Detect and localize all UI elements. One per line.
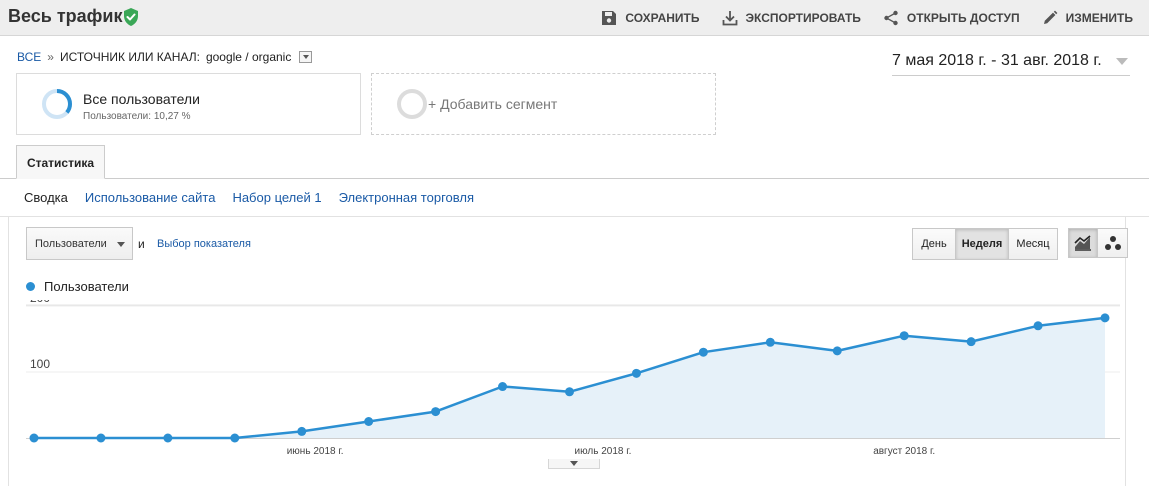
explorer-subtabs: Сводка Использование сайта Набор целей 1… (24, 190, 474, 205)
y-tick-label: 100 (30, 357, 50, 371)
subtab-summary[interactable]: Сводка (24, 190, 68, 205)
share-label: ОТКРЫТЬ ДОСТУП (906, 11, 1020, 25)
segment-all-users[interactable]: Все пользователи Пользователи: 10,27 % (16, 73, 361, 135)
data-point[interactable] (832, 346, 842, 356)
report-header: Весь трафик СОХРАНИТЬ ЭКСПОРТИРОВАТЬ ОТК… (0, 0, 1149, 36)
data-point[interactable] (498, 382, 508, 392)
period-day-button[interactable]: День (913, 229, 956, 259)
data-point[interactable] (565, 387, 574, 397)
date-range-text: 7 мая 2018 г. - 31 авг. 2018 г. (892, 52, 1102, 69)
data-point[interactable] (631, 368, 641, 378)
edit-button[interactable]: ИЗМЕНИТЬ (1042, 10, 1133, 26)
download-icon (722, 11, 737, 26)
data-point[interactable] (899, 331, 909, 341)
data-point[interactable] (96, 433, 106, 443)
segment-subtitle: Пользователи: 10,27 % (83, 111, 191, 122)
segment-title: Все пользователи (83, 91, 200, 107)
data-point[interactable] (29, 433, 39, 443)
line-chart-button[interactable] (1069, 229, 1098, 257)
breadcrumb: ВСЕ » ИСТОЧНИК ИЛИ КАНАЛ: google / organ… (17, 50, 313, 64)
segment-ring-icon (42, 89, 72, 119)
data-point[interactable] (765, 337, 775, 347)
x-tick-label: июнь 2018 г. (287, 446, 344, 457)
page-title: Весь трафик (8, 6, 123, 26)
collapse-chart-handle[interactable] (548, 459, 600, 469)
legend-label: Пользователи (44, 279, 129, 294)
data-point[interactable] (230, 433, 240, 443)
period-month-button[interactable]: Месяц (1009, 229, 1057, 259)
empty-ring-icon (397, 89, 427, 119)
period-toggle: День Неделя Месяц (912, 228, 1058, 260)
x-tick-label: июль 2018 г. (575, 446, 632, 457)
subtab-site-usage[interactable]: Использование сайта (85, 190, 216, 205)
pencil-icon (1043, 10, 1058, 24)
data-point[interactable] (364, 417, 374, 426)
date-range-picker[interactable]: 7 мая 2018 г. - 31 авг. 2018 г. (892, 51, 1130, 76)
data-point[interactable] (1033, 321, 1043, 331)
data-point[interactable] (431, 407, 441, 417)
y-tick-label: 200 (30, 300, 50, 305)
data-point[interactable] (163, 433, 173, 443)
tab-statistics[interactable]: Статистика (16, 145, 105, 179)
users-line-chart: 100 200 июнь 2018 г. июль 2018 г. август 20… (26, 300, 1120, 457)
select-metric-link[interactable]: Выбор показателя (157, 238, 251, 250)
chevron-down-icon (1116, 58, 1128, 65)
data-point[interactable] (297, 426, 307, 436)
data-point[interactable] (1100, 313, 1110, 323)
subtab-goal-set-1[interactable]: Набор целей 1 (232, 190, 321, 205)
data-point[interactable] (966, 337, 976, 347)
add-segment-button[interactable]: + Добавить сегмент (371, 73, 716, 135)
x-tick-label: август 2018 г. (873, 446, 935, 457)
export-label: ЭКСПОРТИРОВАТЬ (745, 11, 861, 25)
period-week-button[interactable]: Неделя (956, 229, 1009, 259)
tab-divider (0, 178, 1149, 179)
export-button[interactable]: ЭКСПОРТИРОВАТЬ (722, 10, 861, 26)
breadcrumb-root-link[interactable]: ВСЕ (17, 50, 41, 64)
breadcrumb-filter-value: google / organic (205, 50, 292, 64)
chart-area-fill (34, 317, 1105, 438)
legend-marker (26, 282, 35, 291)
chart-type-toggle (1068, 228, 1128, 258)
header-actions: СОХРАНИТЬ ЭКСПОРТИРОВАТЬ ОТКРЫТЬ ДОСТУП (601, 0, 1133, 36)
share-button[interactable]: ОТКРЫТЬ ДОСТУП (883, 10, 1020, 26)
subtab-ecommerce[interactable]: Электронная торговля (339, 190, 474, 205)
motion-chart-icon (1104, 236, 1121, 250)
breadcrumb-filter-label: ИСТОЧНИК ИЛИ КАНАЛ: (59, 50, 200, 64)
breadcrumb-separator: » (47, 50, 54, 64)
line-chart-icon (1074, 235, 1091, 251)
chart-legend: Пользователи (26, 279, 129, 294)
metric-and-label: и (138, 237, 145, 251)
save-icon (602, 11, 617, 25)
breadcrumb-dropdown-icon[interactable] (299, 51, 313, 63)
data-point[interactable] (698, 347, 708, 357)
save-button[interactable]: СОХРАНИТЬ (601, 10, 700, 26)
metric-select[interactable]: Пользователи (26, 227, 133, 260)
edit-label: ИЗМЕНИТЬ (1065, 11, 1133, 25)
verified-shield-icon (124, 8, 138, 26)
add-segment-label: + Добавить сегмент (428, 96, 558, 112)
motion-chart-button[interactable] (1098, 229, 1127, 257)
save-label: СОХРАНИТЬ (625, 11, 700, 25)
share-icon (884, 10, 898, 26)
